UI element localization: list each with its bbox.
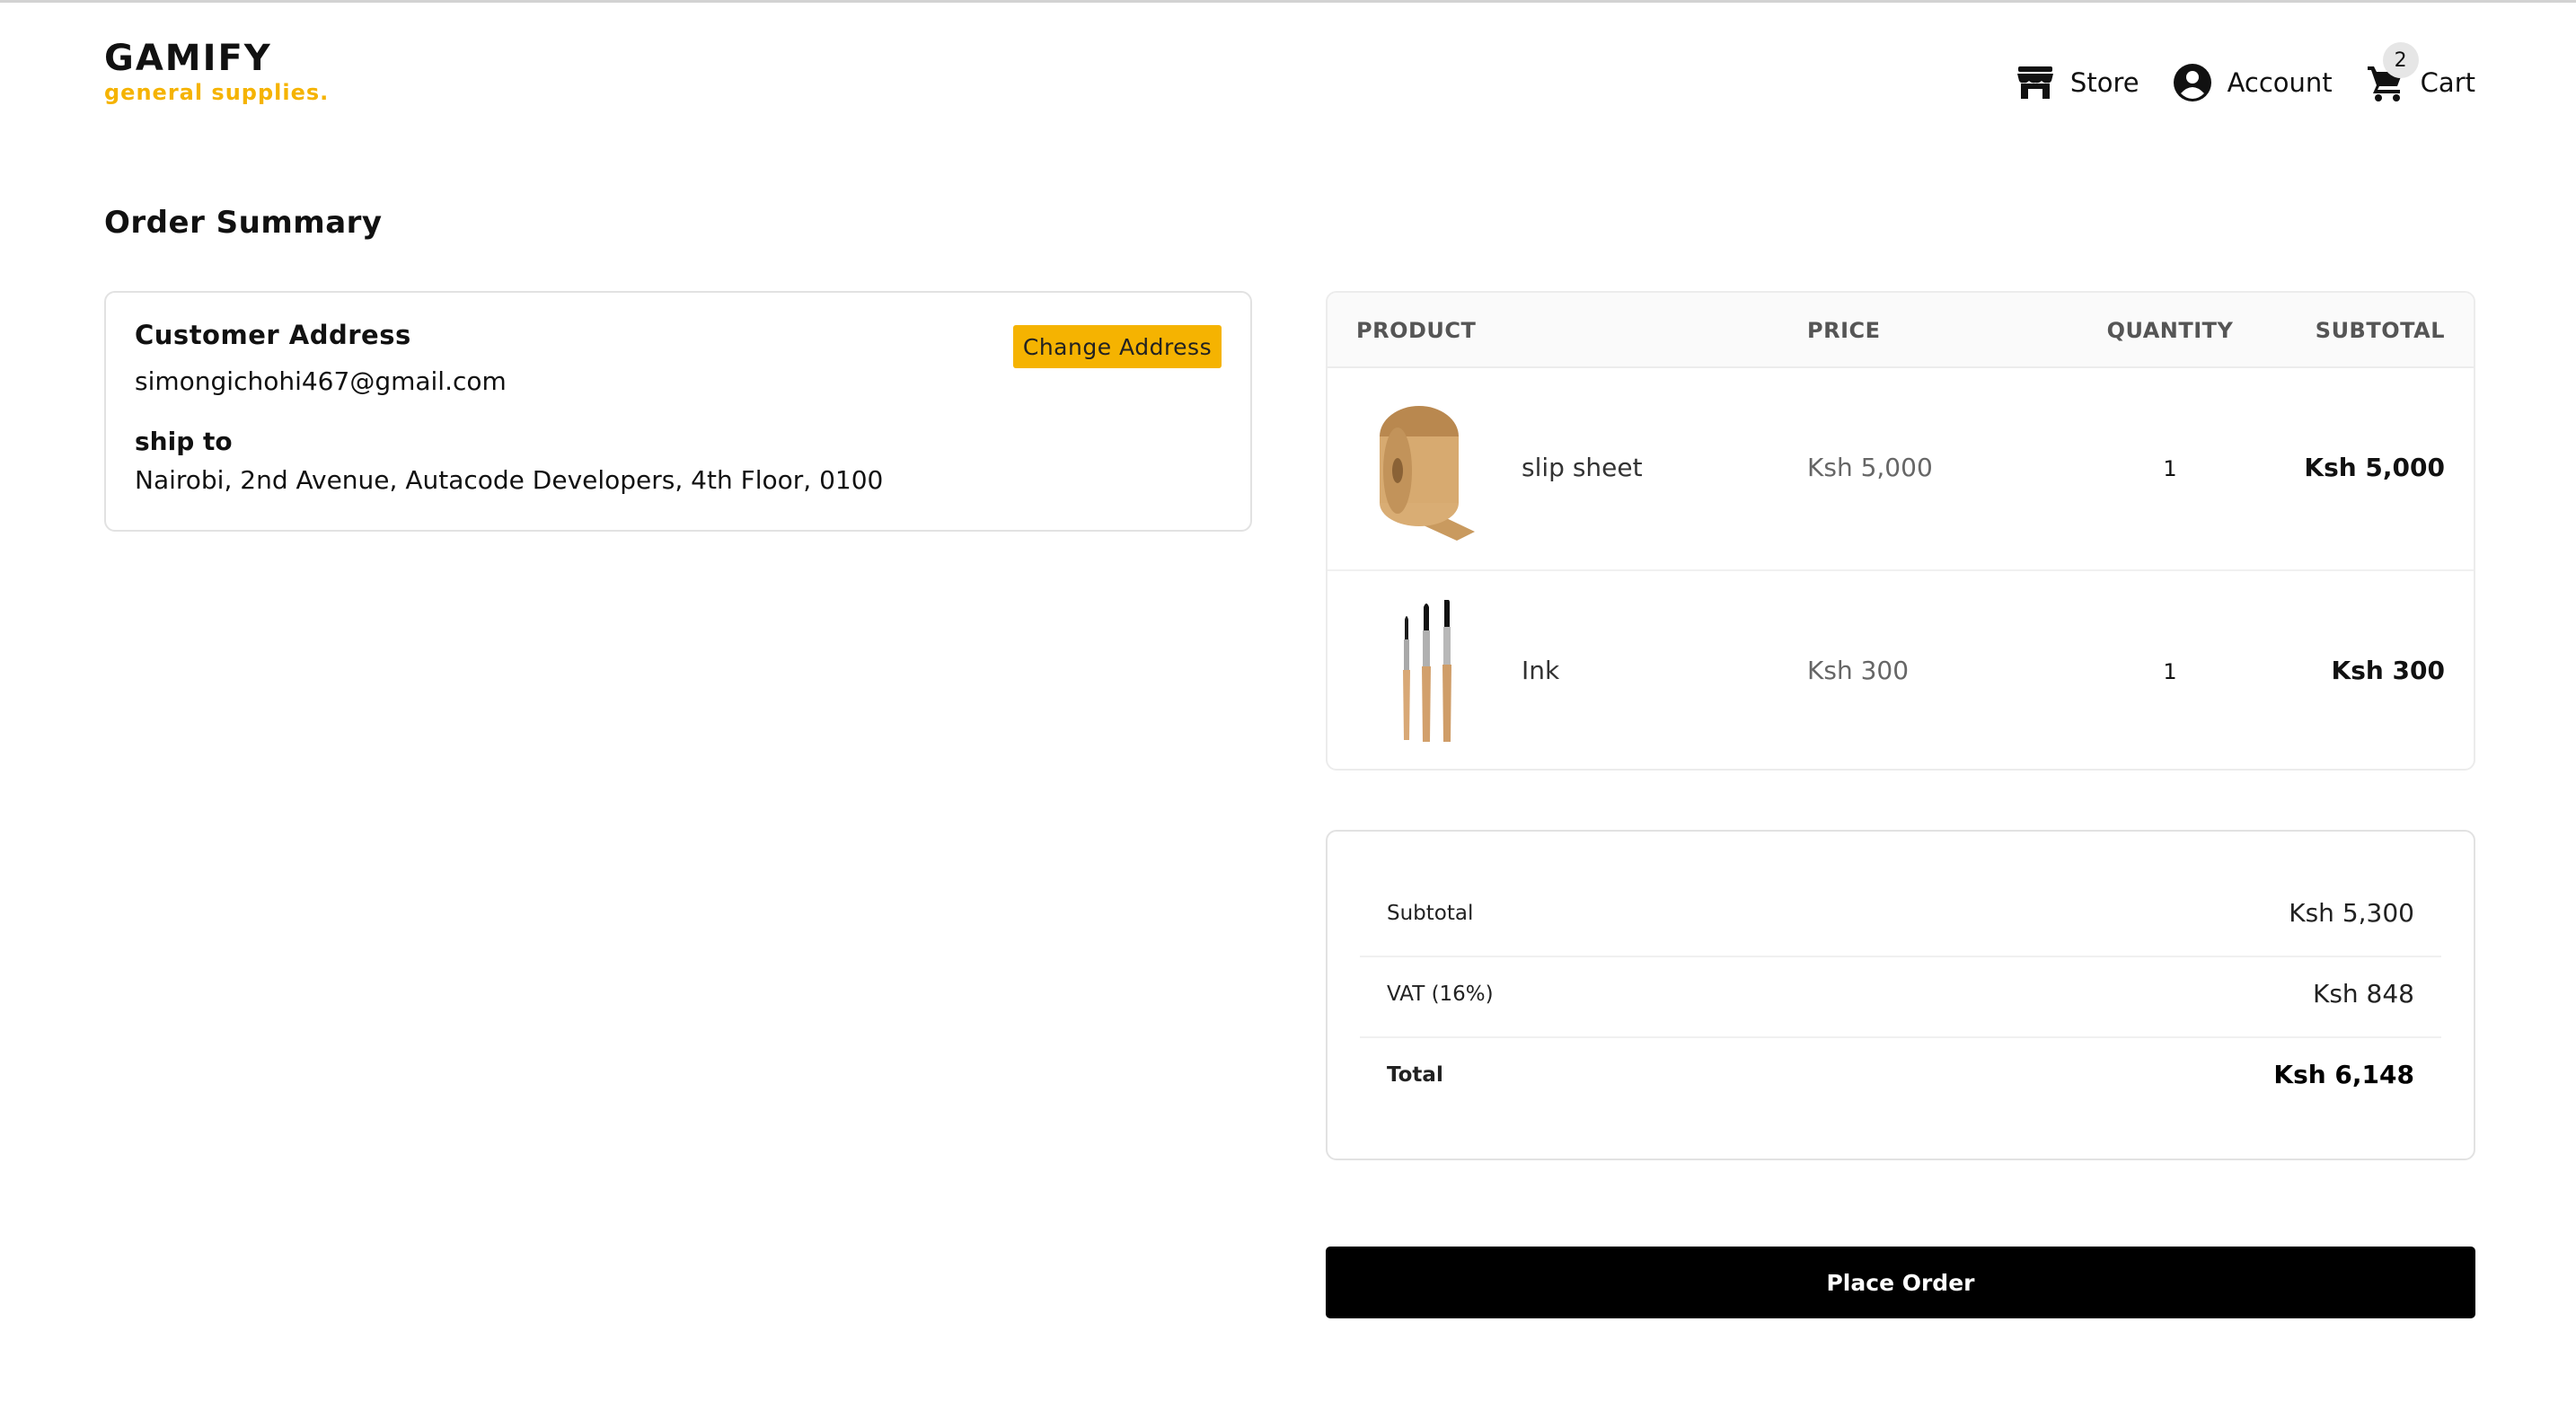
column-header-subtotal: SUBTOTAL — [2315, 318, 2445, 343]
change-address-button[interactable]: Change Address — [1013, 325, 1222, 368]
cart-count-badge: 2 — [2382, 42, 2419, 78]
column-header-product: PRODUCT — [1356, 318, 1477, 343]
brand-name: GAMIFY — [104, 38, 272, 79]
top-nav: Store Account 2 Cart — [1982, 42, 2475, 108]
nav-store[interactable]: Store — [2015, 62, 2139, 103]
column-header-price: PRICE — [1807, 318, 1881, 343]
table-row: Ink Ksh 300 1 Ksh 300 — [1328, 571, 2474, 769]
paint-brushes-image — [1367, 597, 1484, 744]
page-title: Order Summary — [104, 205, 383, 241]
subtotal-row: Subtotal Ksh 5,300 — [1360, 877, 2441, 957]
account-icon — [2172, 62, 2213, 103]
nav-account-label: Account — [2227, 67, 2333, 98]
vat-label: VAT (16%) — [1387, 982, 1494, 1006]
table-header: PRODUCT PRICE QUANTITY SUBTOTAL — [1328, 293, 2474, 368]
total-row: Total Ksh 6,148 — [1360, 1038, 2441, 1117]
kraft-paper-roll-image — [1367, 397, 1484, 541]
nav-cart[interactable]: 2 Cart — [2365, 42, 2475, 103]
subtotal-value: Ksh 5,300 — [2289, 898, 2414, 928]
ship-to-address: Nairobi, 2nd Avenue, Autacode Developers… — [135, 465, 884, 495]
product-quantity: 1 — [2163, 456, 2177, 481]
nav-store-label: Store — [2069, 67, 2139, 98]
brand-tagline: general supplies. — [104, 80, 330, 105]
place-order-button[interactable]: Place Order — [1326, 1247, 2475, 1318]
total-label: Total — [1387, 1063, 1443, 1087]
product-price: Ksh 300 — [1807, 656, 1910, 685]
product-price: Ksh 5,000 — [1807, 453, 1933, 482]
product-name[interactable]: Ink — [1522, 656, 1559, 685]
cart-icon: 2 — [2365, 42, 2419, 103]
table-row: slip sheet Ksh 5,000 1 Ksh 5,000 — [1328, 368, 2474, 571]
product-name[interactable]: slip sheet — [1522, 453, 1643, 482]
nav-cart-label: Cart — [2420, 67, 2475, 98]
subtotal-label: Subtotal — [1387, 902, 1474, 925]
total-value: Ksh 6,148 — [2273, 1060, 2414, 1089]
product-subtotal: Ksh 300 — [2331, 656, 2446, 685]
vat-row: VAT (16%) Ksh 848 — [1360, 957, 2441, 1038]
customer-address-card: Customer Address simongichohi467@gmail.c… — [104, 291, 1252, 532]
nav-account[interactable]: Account — [2172, 62, 2333, 103]
top-border — [0, 0, 2576, 3]
product-subtotal: Ksh 5,000 — [2304, 453, 2445, 482]
order-items-table: PRODUCT PRICE QUANTITY SUBTOTAL slip she… — [1326, 291, 2475, 771]
column-header-quantity: QUANTITY — [2106, 318, 2234, 343]
vat-value: Ksh 848 — [2312, 979, 2414, 1009]
store-icon — [2015, 62, 2056, 103]
customer-email: simongichohi467@gmail.com — [135, 366, 507, 396]
brand-logo[interactable]: GAMIFY general supplies. — [104, 36, 329, 104]
ship-to-label: ship to — [135, 427, 233, 456]
order-totals-card: Subtotal Ksh 5,300 VAT (16%) Ksh 848 Tot… — [1326, 830, 2475, 1160]
product-quantity: 1 — [2163, 659, 2177, 684]
